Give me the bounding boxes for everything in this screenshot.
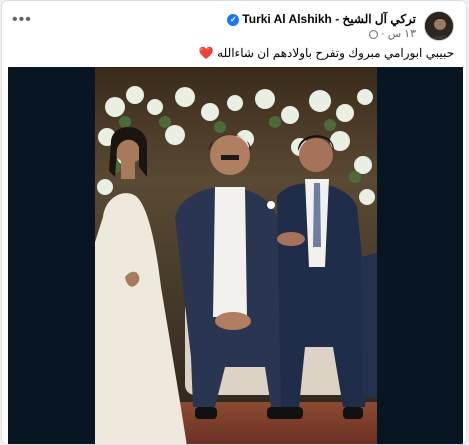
wedding-photo[interactable]: [95, 67, 377, 445]
partial-figure-right: [361, 253, 377, 397]
facebook-post: تركي آل الشيخ - Turki Al Alshikh✓ ١٣ س ·…: [1, 0, 467, 445]
verified-badge-icon: ✓: [227, 13, 240, 26]
globe-icon: [368, 29, 378, 39]
post-time[interactable]: ١٣ س: [388, 28, 416, 40]
red-heart-emoji: ❤️: [198, 46, 214, 60]
more-options-button[interactable]: •••: [12, 11, 32, 29]
post-meta: ١٣ س ·: [366, 27, 416, 40]
caption-text: حبيبي ابورامي مبروك وتفرح باولادهم ان شا…: [217, 46, 454, 60]
post-caption: حبيبي ابورامي مبروك وتفرح باولادهم ان شا…: [199, 46, 454, 60]
author-avatar[interactable]: [424, 11, 454, 41]
post-photo-container[interactable]: [8, 67, 463, 445]
author-name-line[interactable]: تركي آل الشيخ - Turki Al Alshikh✓: [224, 12, 416, 26]
author-name[interactable]: تركي آل الشيخ - Turki Al Alshikh: [242, 12, 416, 26]
post-header: تركي آل الشيخ - Turki Al Alshikh✓ ١٣ س ·…: [2, 1, 466, 41]
avatar-image: [425, 12, 453, 40]
